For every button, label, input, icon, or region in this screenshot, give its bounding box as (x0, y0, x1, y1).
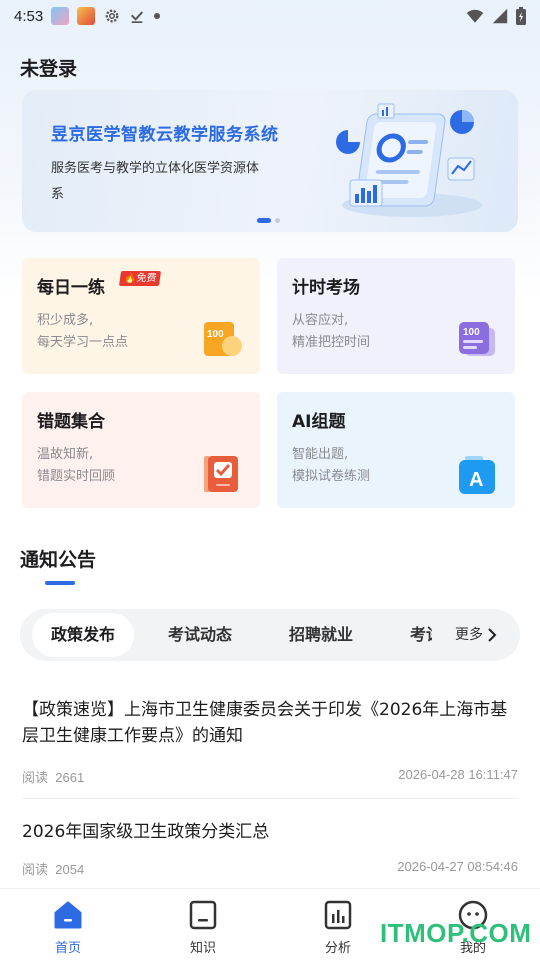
ai-letter-icon: A (459, 456, 495, 494)
tab-label: 分析 (324, 941, 351, 956)
wifi-icon (466, 9, 484, 23)
card-title: 每日一练 (37, 278, 105, 298)
notice-tabs: 政策发布 考试动态 招聘就业 考试 更多 (20, 609, 520, 661)
knowledge-icon (189, 900, 217, 930)
exam-paper-icon: 100 (459, 322, 495, 356)
card-desc-line: 智能出题, (292, 447, 349, 462)
timed-exam-card[interactable]: 计时考场 从容应对, 精准把控时间 100 (277, 258, 515, 374)
status-time: 4:53 (14, 7, 44, 25)
tab-analysis[interactable]: 分析 (298, 899, 378, 956)
tab-home[interactable]: 首页 (28, 899, 108, 956)
read-value: 2054 (55, 862, 85, 877)
card-description: 积少成多, 每天学习一点点 (37, 310, 128, 354)
card-desc-line: 从容应对, (292, 313, 349, 328)
divider (22, 798, 518, 799)
card-desc-line: 每天学习一点点 (37, 335, 129, 350)
article-meta: 阅读 2661 2026-04-28 16:11:47 (22, 767, 518, 786)
icon-text: 100 (207, 329, 224, 340)
read-value: 2661 (55, 770, 85, 785)
card-title: 错题集合 (37, 412, 105, 432)
tab-knowledge[interactable]: 知识 (163, 899, 243, 956)
carousel-dot (275, 218, 280, 223)
settings-icon (105, 9, 119, 23)
icon-text: 100 (463, 327, 480, 338)
section-title-underline (45, 581, 75, 585)
battery-icon (516, 7, 526, 25)
card-desc-line: 模拟试卷练测 (292, 469, 371, 484)
card-desc-line: 积少成多, (37, 313, 94, 328)
dot-icon (154, 13, 161, 19)
chevron-right-icon (488, 628, 497, 642)
home-icon (54, 901, 82, 929)
check-notebook-icon (204, 456, 238, 492)
more-button[interactable]: 更多 (455, 613, 497, 657)
analysis-icon (324, 900, 352, 930)
article-meta: 阅读 2054 2026-04-27 08:54:46 (22, 859, 518, 878)
card-title: 计时考场 (292, 278, 360, 298)
tab-label: 知识 (189, 941, 216, 956)
article-item[interactable]: 2026年国家级卫生政策分类汇总 阅读 2054 2026-04-27 08:5… (22, 819, 518, 878)
card-description: 温故知新, 错题实时回顾 (37, 444, 115, 488)
dashboard-illustration-icon (336, 103, 482, 217)
banner-title: 昱京医学智教云教学服务系统 (51, 125, 279, 145)
download-done-icon (131, 11, 144, 23)
carousel-indicator (257, 218, 280, 223)
article-title: 2026年国家级卫生政策分类汇总 (22, 822, 270, 842)
card-description: 智能出题, 模拟试卷练测 (292, 444, 370, 488)
card-desc-line: 精准把控时间 (292, 335, 371, 350)
banner-subtitle: 服务医考与教学的立体化医学资源体系 (51, 161, 260, 202)
read-count: 阅读 2054 (22, 859, 84, 878)
wrong-questions-card[interactable]: 错题集合 温故知新, 错题实时回顾 (22, 392, 260, 508)
more-label: 更多 (455, 627, 483, 643)
icon-text: A (469, 469, 483, 491)
carousel-dot-active (257, 218, 271, 223)
watermark: ITMOP.COM (380, 918, 532, 948)
ai-quiz-card[interactable]: AI组题 智能出题, 模拟试卷练测 A (277, 392, 515, 508)
status-bar: 4:53 (0, 0, 540, 32)
tab-label: 首页 (54, 941, 81, 956)
read-label: 阅读 (22, 770, 49, 785)
article-date: 2026-04-28 16:11:47 (398, 767, 518, 782)
100-score-icon: 100 (204, 322, 242, 356)
tab-recruitment[interactable]: 招聘就业 (289, 613, 353, 657)
card-title: AI组题 (292, 412, 346, 432)
article-item[interactable]: 【政策速览】上海市卫生健康委员会关于印发《2026年上海市基层卫生健康工作要点》… (22, 697, 518, 786)
card-description: 从容应对, 精准把控时间 (292, 310, 370, 354)
article-title: 【政策速览】上海市卫生健康委员会关于印发《2026年上海市基层卫生健康工作要点》… (22, 700, 508, 746)
banner-carousel[interactable]: 昱京医学智教云教学服务系统 服务医考与教学的立体化医学资源体系 (22, 90, 518, 232)
app-icon (77, 7, 96, 25)
daily-practice-card[interactable]: 每日一练 🔥免费 积少成多, 每天学习一点点 100 (22, 258, 260, 374)
tab-policy[interactable]: 政策发布 (32, 613, 134, 657)
article-date: 2026-04-27 08:54:46 (397, 859, 518, 874)
signal-icon (492, 8, 508, 24)
free-badge: 🔥免费 (118, 271, 162, 286)
read-label: 阅读 (22, 862, 49, 877)
tab-exam-more[interactable]: 考试 (410, 613, 432, 657)
app-icon (51, 7, 70, 25)
card-desc-line: 错题实时回顾 (37, 469, 116, 484)
page-title[interactable]: 未登录 (20, 54, 77, 81)
card-desc-line: 温故知新, (37, 447, 94, 462)
tab-exam-news[interactable]: 考试动态 (168, 613, 232, 657)
read-count: 阅读 2661 (22, 767, 84, 786)
section-title: 通知公告 (20, 549, 97, 571)
free-badge-label: 免费 (135, 273, 158, 284)
